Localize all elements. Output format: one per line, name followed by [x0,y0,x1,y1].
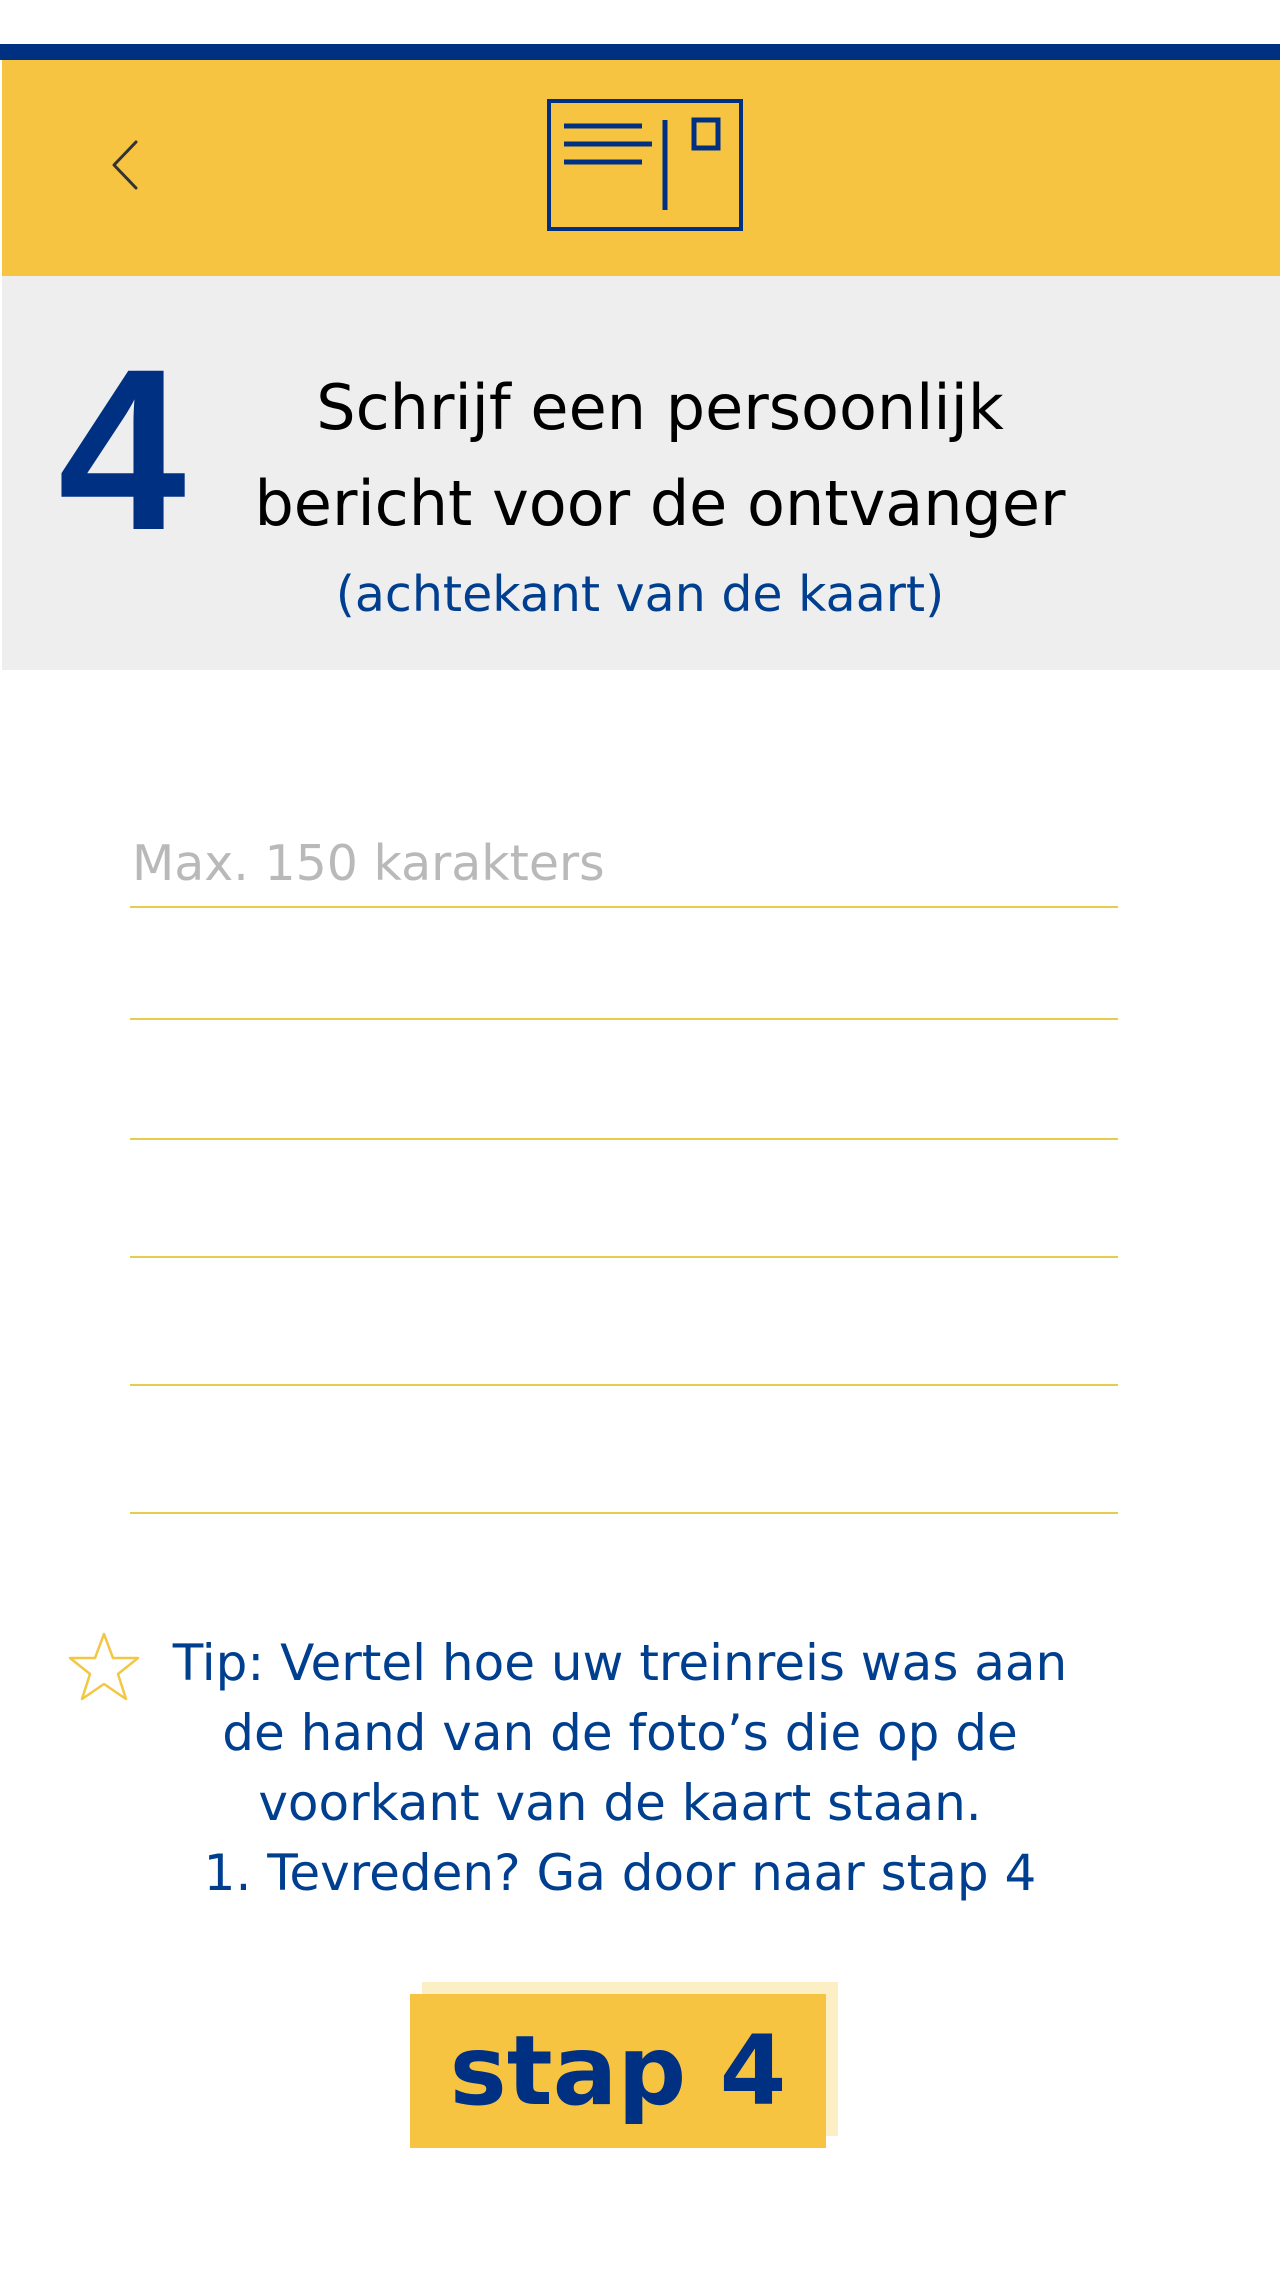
message-area[interactable] [130,820,1118,1514]
writing-line [130,1138,1118,1140]
next-step-button[interactable]: stap 4 [410,1994,826,2148]
back-button[interactable] [100,130,160,200]
message-input[interactable] [130,820,1118,906]
writing-line [130,1018,1118,1020]
tip-line-4: 1. Tevreden? Ga door naar stap 4 [203,1844,1037,1902]
tip-text: Tip: Vertel hoe uw treinreis was aan de … [150,1628,1090,1908]
chevron-left-icon [112,140,138,190]
step-title-line-2: bericht voor de ontvanger [254,467,1066,540]
step-subtitle: (achtekant van de kaart) [335,566,945,623]
tip-line-2: de hand van de foto’s die op de [222,1704,1018,1762]
writing-line [130,1512,1118,1514]
writing-line [130,906,1118,908]
writing-line [130,1256,1118,1258]
tip-line-3: voorkant van de kaart staan. [258,1774,982,1832]
postcard-icon [547,99,743,231]
star-icon [68,1632,140,1701]
step-title-line-1: Schrijf een persoonlijk [316,371,1004,444]
top-accent-bar [0,44,1280,60]
step-title: Schrijf een persoonlijk bericht voor de … [200,360,1120,552]
tip-line-1: Tip: Vertel hoe uw treinreis was aan [172,1634,1068,1692]
step-number: 4 [58,321,186,578]
writing-line [130,1384,1118,1386]
